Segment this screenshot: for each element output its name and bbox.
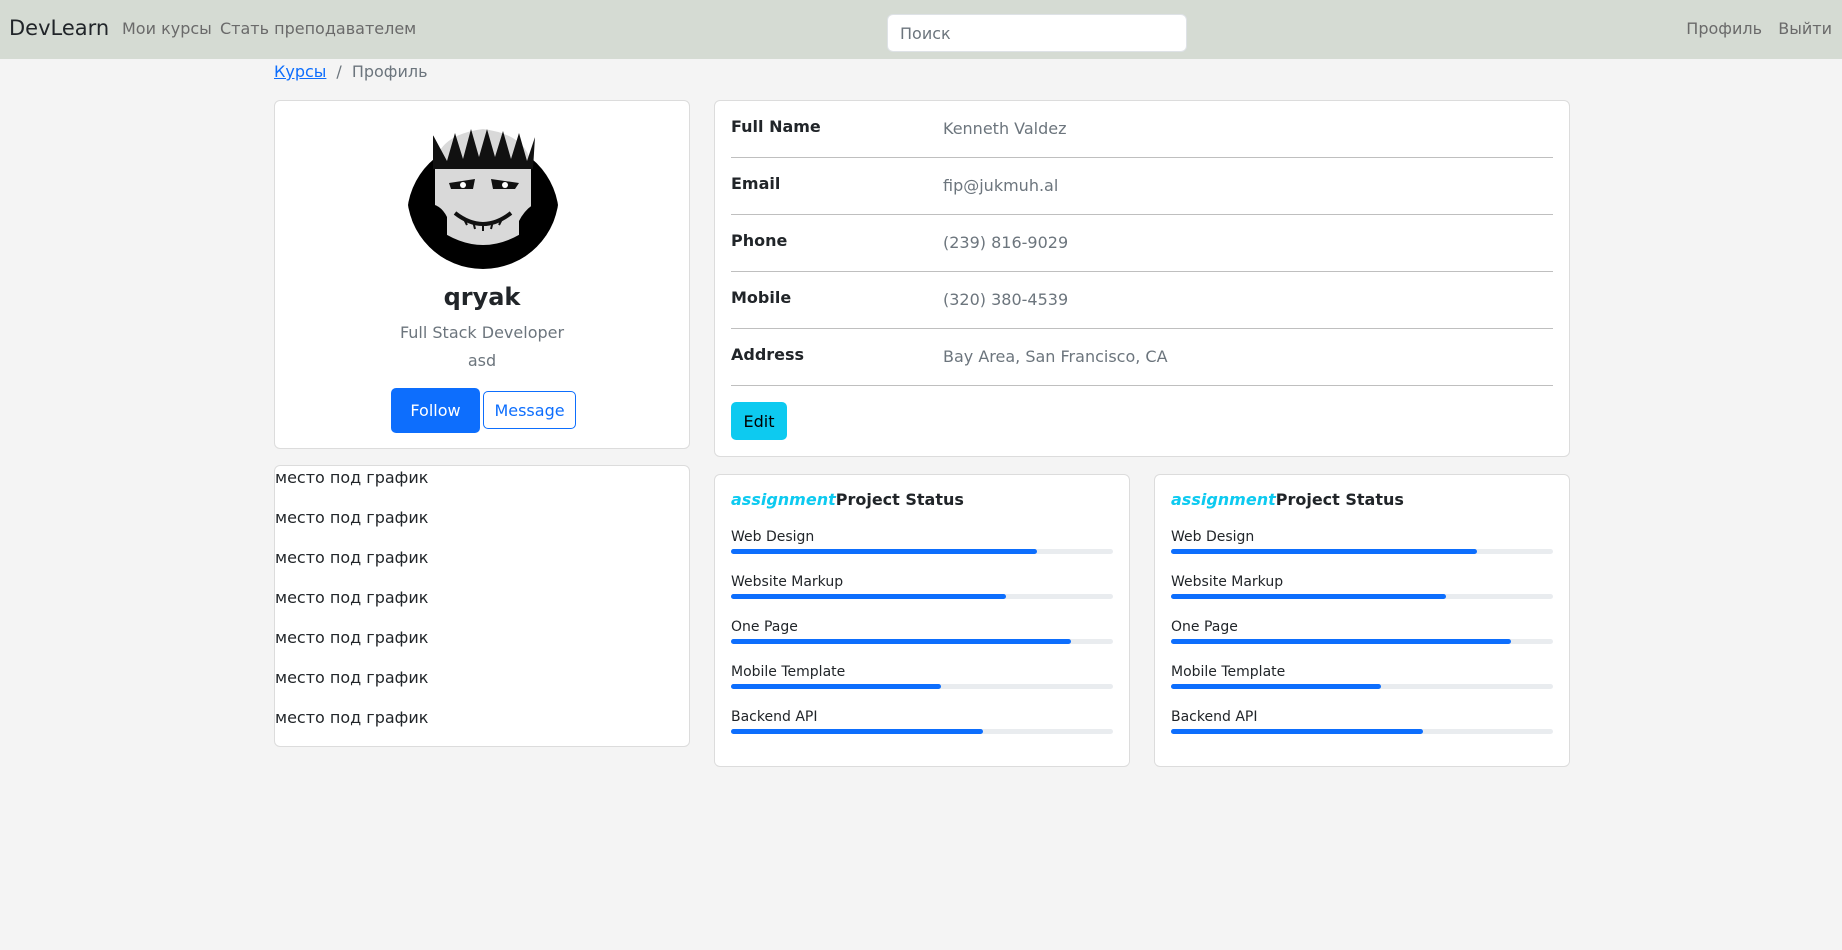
progress-item: Website Markup [731,574,1113,614]
progress-bar [731,594,1007,599]
progress-item: Mobile Template [731,664,1113,704]
info-value: (239) 816-9029 [943,233,1069,252]
progress-track [731,729,1113,734]
nav-link-profile[interactable]: Профиль [1686,19,1762,38]
project-status-title: assignmentProject Status [731,490,964,509]
info-value: Kenneth Valdez [943,119,1067,138]
progress-bar [731,684,942,689]
progress-item: One Page [731,619,1113,659]
progress-track [731,549,1113,554]
chart-placeholder-line: место под график [275,468,429,487]
progress-label: Web Design [1171,529,1255,545]
profile-extra-text: asd [467,351,497,370]
info-label: Email [731,174,781,193]
progress-track [1171,729,1553,734]
info-label: Mobile [731,288,792,307]
project-status-title: assignmentProject Status [1171,490,1404,509]
progress-bar [731,639,1071,644]
project-status-heading: Project Status [1275,490,1404,509]
progress-bar [731,549,1037,554]
chart-placeholder-line: место под график [275,548,429,567]
profile-role: Full Stack Developer [399,323,565,342]
info-row-email: Email fip@jukmuh.al [731,158,1553,215]
brand-logo[interactable]: DevLearn [9,16,109,40]
progress-label: Mobile Template [731,664,846,680]
follow-button[interactable]: Follow [391,388,480,433]
nav-link-my-courses[interactable]: Мои курсы [122,19,212,38]
message-button[interactable]: Message [483,391,576,429]
info-row-mobile: Mobile (320) 380-4539 [731,272,1553,329]
progress-track [1171,549,1553,554]
profile-card: qryak Full Stack Developer asd Follow Me… [274,100,690,449]
avatar-image [407,117,559,269]
progress-bar [1171,594,1447,599]
assignment-icon: assignment [731,490,836,509]
info-row-full-name: Full Name Kenneth Valdez [731,101,1553,158]
progress-label: One Page [731,619,798,635]
chart-placeholder-line: место под график [275,708,429,727]
progress-item: Backend API [731,709,1113,749]
progress-label: Mobile Template [1171,664,1286,680]
avatar [407,117,559,269]
progress-label: Web Design [731,529,815,545]
progress-item: Website Markup [1171,574,1553,614]
info-row-phone: Phone (239) 816-9029 [731,215,1553,272]
project-status-card: assignmentProject Status Web Design Webs… [1154,474,1570,767]
progress-item: Backend API [1171,709,1553,749]
breadcrumb-current: Профиль [351,62,428,81]
progress-track [731,594,1113,599]
breadcrumb: Курсы / Профиль [274,62,428,81]
chart-placeholder-line: место под график [275,508,429,527]
nav-link-logout[interactable]: Выйти [1778,19,1832,38]
chart-placeholder-line: место под график [275,588,429,607]
progress-item: One Page [1171,619,1553,659]
progress-bar [1171,549,1477,554]
progress-track [1171,594,1553,599]
info-label: Full Name [731,117,821,136]
progress-label: One Page [1171,619,1238,635]
info-label: Phone [731,231,788,250]
progress-bar [1171,729,1424,734]
navbar: DevLearn Мои курсы Стать преподавателем … [0,0,1842,59]
breadcrumb-separator: / [336,62,342,81]
edit-button[interactable]: Edit [731,402,787,440]
breadcrumb-courses-link[interactable]: Курсы [274,62,326,81]
profile-username: qryak [443,283,521,311]
chart-placeholder-card: место под график место под график место … [274,465,690,747]
info-value: fip@jukmuh.al [943,176,1059,195]
contact-info-card: Full Name Kenneth Valdez Email fip@jukmu… [714,100,1570,457]
project-status-card: assignmentProject Status Web Design Webs… [714,474,1130,767]
progress-bar [731,729,984,734]
progress-item: Web Design [731,529,1113,569]
progress-track [1171,684,1553,689]
info-label: Address [731,345,805,364]
assignment-icon: assignment [1171,490,1276,509]
progress-track [731,639,1113,644]
progress-bar [1171,684,1382,689]
chart-placeholder-line: место под график [275,668,429,687]
info-value: Bay Area, San Francisco, CA [943,347,1168,366]
nav-link-become-teacher[interactable]: Стать преподавателем [220,19,416,38]
info-value: (320) 380-4539 [943,290,1069,309]
progress-track [731,684,1113,689]
project-status-heading: Project Status [835,490,964,509]
progress-label: Website Markup [731,574,844,590]
progress-track [1171,639,1553,644]
info-row-address: Address Bay Area, San Francisco, CA [731,329,1553,386]
progress-item: Mobile Template [1171,664,1553,704]
progress-label: Backend API [731,709,818,725]
progress-label: Backend API [1171,709,1258,725]
progress-label: Website Markup [1171,574,1284,590]
search-input[interactable] [887,14,1187,52]
progress-bar [1171,639,1511,644]
progress-item: Web Design [1171,529,1553,569]
chart-placeholder-line: место под график [275,628,429,647]
